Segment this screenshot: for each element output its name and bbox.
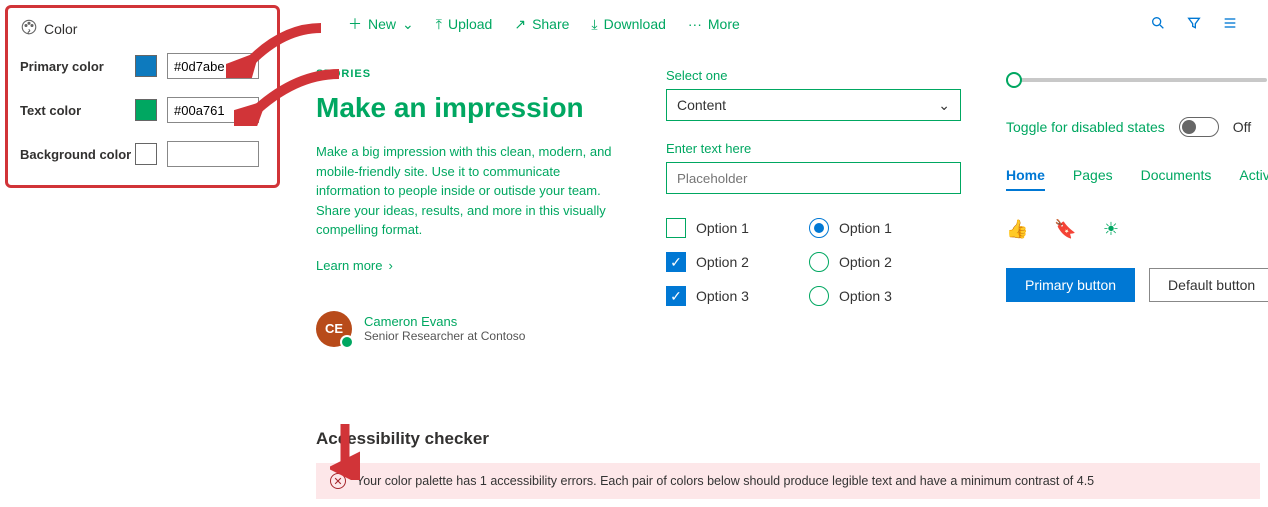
- slider-thumb[interactable]: [1006, 72, 1022, 88]
- text-input-label: Enter text here: [666, 141, 966, 156]
- checkbox-label: Option 1: [696, 220, 749, 236]
- text-color-label: Text color: [20, 103, 135, 118]
- accessibility-checker-section: Accessibility checker ✕ Your color palet…: [316, 429, 1260, 499]
- checkbox-option-2[interactable]: ✓Option 2: [666, 252, 749, 272]
- tab-documents[interactable]: Documents: [1141, 167, 1212, 191]
- controls-column: 0 Toggle for disabled states Off Home Pa…: [1006, 68, 1268, 347]
- bg-color-row: Background color: [20, 141, 265, 167]
- radio-option-3[interactable]: Option 3: [809, 286, 892, 306]
- toggle-switch[interactable]: [1179, 117, 1219, 137]
- list-icon[interactable]: [1222, 15, 1238, 34]
- tab-activity[interactable]: Activity: [1239, 167, 1268, 191]
- new-label: New: [368, 16, 396, 32]
- search-icon[interactable]: [1150, 15, 1166, 34]
- more-button[interactable]: ··· More: [688, 16, 740, 32]
- select-value: Content: [677, 97, 726, 113]
- radio-label: Option 2: [839, 254, 892, 270]
- ellipsis-icon: ···: [688, 16, 702, 32]
- bg-color-label: Background color: [20, 147, 135, 162]
- text-color-row: Text color: [20, 97, 265, 123]
- radio-option-1[interactable]: Option 1: [809, 218, 892, 238]
- filter-icon[interactable]: [1186, 15, 1202, 34]
- checkbox-option-3[interactable]: ✓Option 3: [666, 286, 749, 306]
- share-label: Share: [532, 16, 569, 32]
- text-color-swatch[interactable]: [135, 99, 157, 121]
- checkbox-label: Option 2: [696, 254, 749, 270]
- radio-group: Option 1 Option 2 Option 3: [809, 218, 892, 306]
- select-label: Select one: [666, 68, 966, 83]
- a11y-error-banner: ✕ Your color palette has 1 accessibility…: [316, 463, 1260, 499]
- upload-label: Upload: [448, 16, 492, 32]
- bookmark-icon[interactable]: 🔖: [1054, 219, 1076, 240]
- author-name: Cameron Evans: [364, 314, 525, 329]
- share-icon: ↗: [514, 16, 526, 33]
- learn-more-label: Learn more: [316, 258, 382, 273]
- chevron-right-icon: ›: [388, 258, 392, 273]
- toggle-label: Toggle for disabled states: [1006, 119, 1165, 135]
- a11y-message: Your color palette has 1 accessibility e…: [356, 474, 1094, 488]
- like-icon[interactable]: 👍: [1006, 219, 1028, 240]
- checkbox-option-1[interactable]: Option 1: [666, 218, 749, 238]
- palette-icon: [20, 18, 38, 39]
- presence-indicator: [340, 335, 354, 349]
- avatar-initials: CE: [325, 321, 343, 336]
- annotation-arrow-3: [330, 420, 360, 480]
- sun-icon[interactable]: ☀: [1103, 219, 1119, 240]
- radio-option-2[interactable]: Option 2: [809, 252, 892, 272]
- body-text: Make a big impression with this clean, m…: [316, 142, 626, 240]
- radio-label: Option 1: [839, 220, 892, 236]
- a11y-title: Accessibility checker: [316, 429, 1260, 449]
- primary-color-swatch[interactable]: [135, 55, 157, 77]
- bg-color-swatch[interactable]: [135, 143, 157, 165]
- form-column: Select one Content ⌄ Enter text here Opt…: [666, 68, 966, 347]
- tabs: Home Pages Documents Activity: [1006, 167, 1268, 191]
- chevron-down-icon: ⌄: [402, 16, 414, 33]
- new-button[interactable]: ＋ New ⌄: [348, 14, 414, 34]
- headline: Make an impression: [316, 92, 626, 124]
- chevron-down-icon: ⌄: [938, 97, 950, 114]
- toolbar: ＋ New ⌄ ⤒ Upload ↗ Share ⤓ Download ··· …: [300, 0, 1268, 48]
- author-title: Senior Researcher at Contoso: [364, 329, 525, 343]
- upload-icon: ⤒: [436, 16, 442, 33]
- download-label: Download: [604, 16, 666, 32]
- author-block: CE Cameron Evans Senior Researcher at Co…: [316, 311, 626, 347]
- default-button[interactable]: Default button: [1149, 268, 1268, 302]
- tab-pages[interactable]: Pages: [1073, 167, 1113, 191]
- eyebrow: STORIES: [316, 68, 626, 80]
- tab-home[interactable]: Home: [1006, 167, 1045, 191]
- story-column: STORIES Make an impression Make a big im…: [316, 68, 626, 347]
- upload-button[interactable]: ⤒ Upload: [436, 16, 493, 33]
- plus-icon: ＋: [348, 14, 362, 34]
- primary-color-label: Primary color: [20, 59, 135, 74]
- checkbox-label: Option 3: [696, 288, 749, 304]
- annotation-arrow-2: [234, 66, 344, 126]
- select-dropdown[interactable]: Content ⌄: [666, 89, 961, 121]
- share-button[interactable]: ↗ Share: [514, 16, 569, 33]
- learn-more-link[interactable]: Learn more ›: [316, 258, 626, 273]
- avatar: CE: [316, 311, 352, 347]
- radio-label: Option 3: [839, 288, 892, 304]
- text-input[interactable]: [666, 162, 961, 194]
- download-button[interactable]: ⤓ Download: [591, 16, 665, 33]
- download-icon: ⤓: [591, 16, 597, 33]
- slider[interactable]: 0: [1006, 72, 1268, 87]
- more-label: More: [708, 16, 740, 32]
- checkbox-group: Option 1 ✓Option 2 ✓Option 3: [666, 218, 749, 306]
- bg-color-input[interactable]: [167, 141, 259, 167]
- color-panel-title: Color: [44, 21, 77, 37]
- primary-button[interactable]: Primary button: [1006, 268, 1135, 302]
- toggle-state: Off: [1233, 119, 1251, 135]
